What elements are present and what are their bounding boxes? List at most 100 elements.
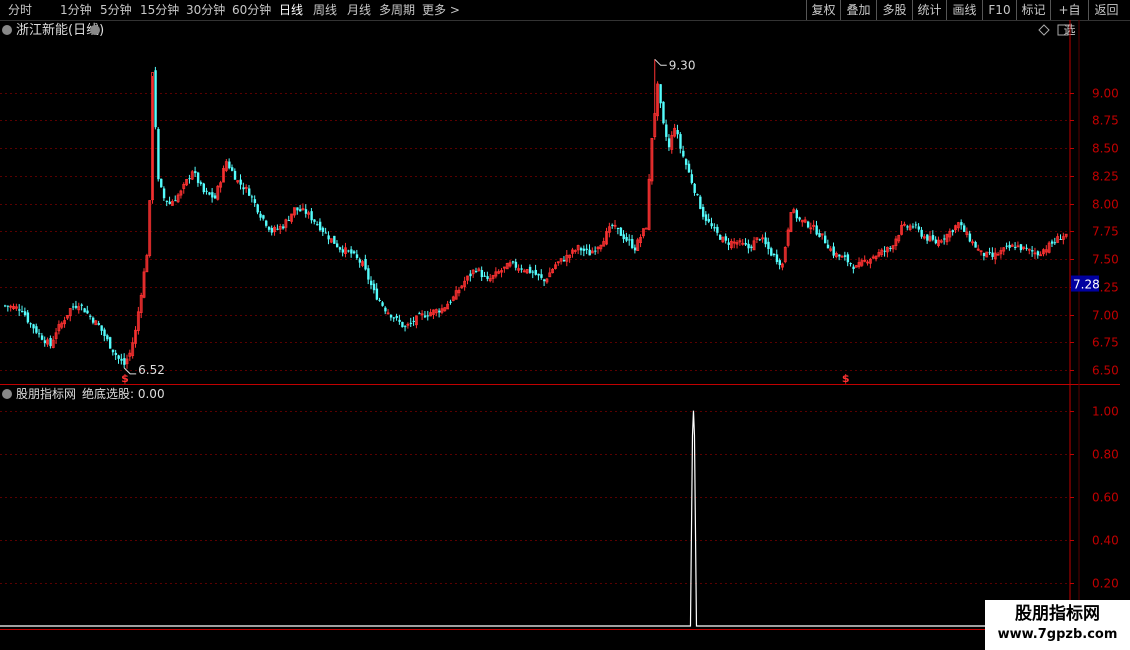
candle-body-312 <box>889 247 892 249</box>
candle-body-360 <box>1025 247 1028 249</box>
period-tab-8[interactable]: 月线 <box>347 0 371 20</box>
right-scroll-strip[interactable] <box>1120 20 1130 630</box>
candle-body-237 <box>676 130 679 135</box>
candle-body-24 <box>72 306 75 308</box>
candle-body-70 <box>202 183 206 193</box>
candle-body-116 <box>333 235 336 244</box>
candle-body-231 <box>659 84 662 104</box>
candle-body-134 <box>384 307 387 312</box>
toolbar-button-6[interactable]: 标记 <box>1016 0 1050 20</box>
ind-tick-label-0: 0.20 <box>1092 577 1119 591</box>
candle-body-221 <box>631 239 634 248</box>
candle-body-55 <box>160 178 163 188</box>
candle-body-16 <box>49 338 52 347</box>
candle-body-251 <box>716 226 719 233</box>
candle-body-170 <box>486 276 489 279</box>
period-tab-0[interactable]: 分时 <box>8 0 32 20</box>
period-tab-5[interactable]: 60分钟 <box>232 0 271 20</box>
candle-body-226 <box>644 227 648 230</box>
candle-body-106 <box>304 209 308 214</box>
candle-body-252 <box>719 234 722 240</box>
candle-body-14 <box>43 340 47 344</box>
candle-body-321 <box>914 224 918 226</box>
candle-body-232 <box>662 101 665 124</box>
candle-body-263 <box>750 246 753 249</box>
candle-body-185 <box>528 266 532 273</box>
candle-body-131 <box>375 288 379 300</box>
candle-body-216 <box>616 227 620 230</box>
period-tab-7[interactable]: 周线 <box>313 0 337 20</box>
period-tab-2[interactable]: 5分钟 <box>100 0 132 20</box>
toolbar-button-2[interactable]: 多股 <box>876 0 912 20</box>
candle-body-261 <box>744 243 747 245</box>
candle-body-146 <box>418 313 421 315</box>
candle-body-233 <box>665 124 668 137</box>
indicator-line <box>0 410 1070 627</box>
toolbar-button-5[interactable]: F10 <box>982 0 1016 20</box>
toolbar-button-8[interactable]: 返回 <box>1088 0 1124 20</box>
candle-body-117 <box>335 243 339 248</box>
candle-body-57 <box>165 200 169 202</box>
candle-body-186 <box>531 271 535 273</box>
toolbar-button-7[interactable]: +自选 <box>1050 0 1088 37</box>
candle-body-180 <box>514 261 518 268</box>
main-tick-label-9: 8.75 <box>1092 114 1119 128</box>
candle-body-96 <box>276 228 279 230</box>
candle-body-89 <box>256 204 259 213</box>
candle-body-98 <box>282 226 285 229</box>
candle-body-208 <box>594 250 597 252</box>
candle-body-74 <box>213 195 217 199</box>
candle-body-71 <box>205 190 208 192</box>
diamond-icon <box>1038 24 1050 36</box>
candle-body-364 <box>1036 251 1040 256</box>
toolbar-button-0[interactable]: 复权 <box>806 0 840 20</box>
candle-body-124 <box>355 254 359 258</box>
candle-body-108 <box>310 211 313 221</box>
period-tab-10[interactable]: 更多 > <box>422 0 460 20</box>
candle-body-118 <box>338 247 342 250</box>
candle-body-29 <box>86 310 89 314</box>
kline-chart: 6.506.757.007.257.507.758.008.258.508.75… <box>0 20 1120 630</box>
period-tab-4[interactable]: 30分钟 <box>186 0 225 20</box>
toolbar-button-3[interactable]: 统计 <box>912 0 946 20</box>
period-tab-1[interactable]: 1分钟 <box>60 0 92 20</box>
candle-body-331 <box>943 238 946 240</box>
candle-body-250 <box>713 227 716 229</box>
ind-tick-label-3: 0.80 <box>1092 448 1119 462</box>
toolbar-button-1[interactable]: 叠加 <box>840 0 876 20</box>
candle-body-11 <box>35 326 38 333</box>
candle-body-37 <box>108 337 112 349</box>
candle-body-113 <box>324 232 328 234</box>
ind-tick-label-1: 0.40 <box>1092 534 1119 548</box>
candle-body-340 <box>968 233 972 242</box>
candle-body-132 <box>378 299 381 301</box>
candle-body-272 <box>775 254 779 263</box>
main-tick-label-8: 8.50 <box>1092 142 1119 156</box>
candle-body-179 <box>511 261 515 263</box>
candle-body-58 <box>168 201 171 204</box>
candle-body-238 <box>679 134 682 149</box>
candle-body-164 <box>469 273 472 277</box>
candle-body-73 <box>211 192 214 198</box>
signal-glyph-0: $ <box>121 372 129 385</box>
period-tab-6[interactable]: 日线 <box>279 0 303 20</box>
candle-body-358 <box>1019 244 1023 251</box>
candle-body-246 <box>701 206 705 217</box>
toolbar-button-4[interactable]: 画线 <box>946 0 982 20</box>
candle-body-205 <box>585 248 589 250</box>
candle-body-138 <box>395 316 398 318</box>
candle-body-54 <box>157 128 160 180</box>
main-tick-label-5: 7.75 <box>1092 225 1119 239</box>
candle-body-140 <box>401 321 404 328</box>
candle-body-122 <box>350 249 353 254</box>
candle-body-266 <box>758 239 762 241</box>
period-tab-3[interactable]: 15分钟 <box>140 0 179 20</box>
candle-body-362 <box>1031 250 1034 252</box>
candle-body-10 <box>32 324 35 329</box>
period-tab-9[interactable]: 多周期 <box>379 0 415 20</box>
candle-body-36 <box>106 335 109 340</box>
candle-body-121 <box>347 250 350 252</box>
candle-body-109 <box>313 219 316 222</box>
high-marker-line <box>654 58 667 66</box>
candle-body-25 <box>74 305 78 308</box>
